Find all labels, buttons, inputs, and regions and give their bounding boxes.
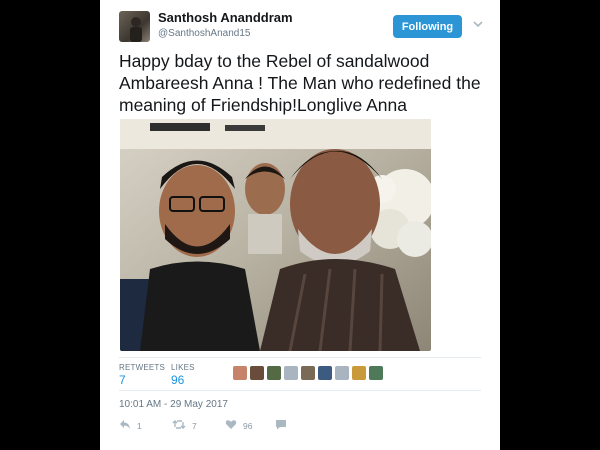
likes-label: LIKES [171,363,195,372]
author-handle[interactable]: @SanthoshAnand15 [158,28,250,39]
following-button[interactable]: Following [393,15,462,38]
like-action[interactable]: 96 [225,419,252,432]
like-count: 96 [243,420,253,431]
reply-icon[interactable] [119,419,131,432]
reply-action[interactable]: 1 [119,419,142,432]
retweet-icon[interactable] [172,419,186,432]
retweets-label: RETWEETS [119,363,166,372]
retweets-count[interactable]: 7 [119,373,126,387]
avatar[interactable] [301,366,315,380]
liker-avatars [233,366,383,380]
likes-count[interactable]: 96 [171,373,184,387]
avatar[interactable] [250,366,264,380]
author-name[interactable]: Santhosh Ananddram [158,10,293,25]
avatar[interactable] [369,366,383,380]
tweet-card: Santhosh Ananddram @SanthoshAnand15 Foll… [100,0,500,450]
avatar[interactable] [284,366,298,380]
reply-count: 1 [137,420,142,431]
avatar[interactable] [352,366,366,380]
direct-message-icon[interactable] [275,419,287,432]
tweet-text: Happy bday to the Rebel of sandalwood Am… [119,51,481,115]
retweet-action[interactable]: 7 [172,419,197,432]
avatar[interactable] [318,366,332,380]
divider [119,357,481,358]
chevron-down-icon[interactable] [471,17,485,31]
avatar[interactable] [233,366,247,380]
avatar[interactable] [267,366,281,380]
tweet-timestamp[interactable]: 10:01 AM - 29 May 2017 [119,399,228,410]
heart-icon[interactable] [225,419,237,432]
retweet-count: 7 [192,420,197,431]
avatar[interactable] [335,366,349,380]
divider [119,390,481,391]
direct-message-action[interactable] [275,419,287,432]
tweet-photo[interactable] [120,119,431,351]
avatar[interactable] [119,11,150,42]
